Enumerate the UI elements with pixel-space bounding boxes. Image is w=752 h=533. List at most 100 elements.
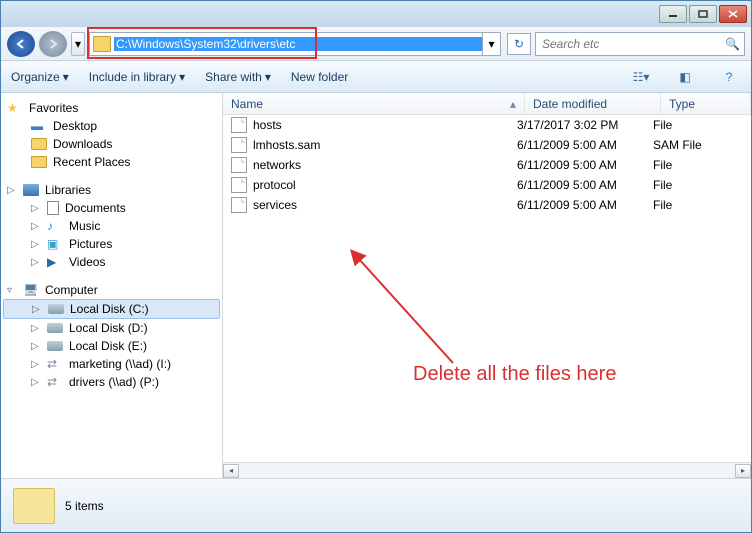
- folder-icon: [13, 488, 55, 524]
- column-type[interactable]: Type: [661, 93, 751, 114]
- file-row[interactable]: protocol6/11/2009 5:00 AMFile: [223, 175, 751, 195]
- refresh-icon: ↻: [514, 37, 524, 51]
- column-date[interactable]: Date modified: [525, 93, 661, 114]
- favorites-group[interactable]: ★Favorites: [3, 99, 220, 117]
- tree-drive-e[interactable]: ▷Local Disk (E:): [3, 337, 220, 355]
- network-drive-icon: ⇄: [47, 357, 63, 371]
- music-icon: ♪: [47, 219, 63, 233]
- search-box[interactable]: 🔍: [535, 32, 745, 56]
- file-icon: [231, 117, 247, 133]
- libraries-group[interactable]: ▷Libraries: [3, 181, 220, 199]
- chevron-down-icon: ▾: [265, 70, 271, 84]
- column-name[interactable]: Name▴: [223, 93, 525, 114]
- file-icon: [231, 177, 247, 193]
- file-row[interactable]: services6/11/2009 5:00 AMFile: [223, 195, 751, 215]
- chevron-down-icon: ▾: [75, 37, 81, 51]
- folder-icon: [31, 156, 47, 168]
- tree-drive-d[interactable]: ▷Local Disk (D:): [3, 319, 220, 337]
- expand-icon: ▷: [32, 304, 42, 315]
- expand-icon: ▷: [31, 203, 41, 214]
- expand-icon: ▷: [31, 239, 41, 250]
- expand-icon: ▷: [31, 221, 41, 232]
- tree-music[interactable]: ▷♪Music: [3, 217, 220, 235]
- include-library-menu[interactable]: Include in library ▾: [89, 70, 185, 84]
- computer-icon: 🖥: [23, 283, 39, 297]
- new-folder-button[interactable]: New folder: [291, 70, 348, 84]
- document-icon: [47, 201, 59, 215]
- scroll-right-button[interactable]: ▸: [735, 464, 751, 478]
- file-list[interactable]: hosts3/17/2017 3:02 PMFile lmhosts.sam6/…: [223, 115, 751, 462]
- drive-icon: [47, 323, 63, 333]
- close-button[interactable]: [719, 5, 747, 23]
- history-dropdown[interactable]: ▾: [71, 32, 85, 56]
- status-bar: 5 items: [1, 478, 751, 532]
- file-row[interactable]: lmhosts.sam6/11/2009 5:00 AMSAM File: [223, 135, 751, 155]
- address-dropdown[interactable]: ▾: [482, 33, 500, 55]
- content-area: ★Favorites ▬Desktop Downloads Recent Pla…: [1, 93, 751, 478]
- preview-icon: ◧: [679, 70, 690, 84]
- scroll-left-button[interactable]: ◂: [223, 464, 239, 478]
- picture-icon: ▣: [47, 237, 63, 251]
- library-icon: [23, 184, 39, 196]
- computer-group[interactable]: ▿🖥Computer: [3, 281, 220, 299]
- maximize-button[interactable]: [689, 5, 717, 23]
- column-headers: Name▴ Date modified Type: [223, 93, 751, 115]
- file-icon: [231, 197, 247, 213]
- collapse-icon: ▿: [7, 285, 17, 296]
- tree-documents[interactable]: ▷Documents: [3, 199, 220, 217]
- organize-menu[interactable]: Organize ▾: [11, 70, 69, 84]
- title-bar: [1, 1, 751, 27]
- file-row[interactable]: hosts3/17/2017 3:02 PMFile: [223, 115, 751, 135]
- file-row[interactable]: networks6/11/2009 5:00 AMFile: [223, 155, 751, 175]
- search-input[interactable]: [540, 36, 725, 52]
- minimize-button[interactable]: [659, 5, 687, 23]
- file-icon: [231, 157, 247, 173]
- expand-icon: ▷: [31, 323, 41, 334]
- view-menu[interactable]: ☷ ▾: [629, 66, 653, 88]
- tree-pictures[interactable]: ▷▣Pictures: [3, 235, 220, 253]
- tree-recent[interactable]: Recent Places: [3, 153, 220, 171]
- video-icon: ▶: [47, 255, 63, 269]
- refresh-button[interactable]: ↻: [507, 33, 531, 55]
- share-menu[interactable]: Share with ▾: [205, 70, 271, 84]
- navigation-tree[interactable]: ★Favorites ▬Desktop Downloads Recent Pla…: [1, 93, 223, 478]
- horizontal-scrollbar[interactable]: ◂ ▸: [223, 462, 751, 478]
- preview-pane-button[interactable]: ◧: [673, 66, 697, 88]
- expand-icon: ▷: [31, 341, 41, 352]
- view-icon: ☷: [633, 70, 644, 84]
- desktop-icon: ▬: [31, 119, 47, 133]
- item-count: 5 items: [65, 499, 104, 513]
- file-list-pane: Name▴ Date modified Type hosts3/17/2017 …: [223, 93, 751, 478]
- folder-icon: [93, 36, 111, 52]
- command-bar: Organize ▾ Include in library ▾ Share wi…: [1, 61, 751, 93]
- expand-icon: ▷: [7, 185, 17, 196]
- explorer-window: ▾ ▾ ↻ 🔍 Organize ▾ Include in library ▾ …: [0, 0, 752, 533]
- sort-asc-icon: ▴: [510, 97, 516, 111]
- navigation-bar: ▾ ▾ ↻ 🔍: [1, 27, 751, 61]
- tree-drive-i[interactable]: ▷⇄marketing (\\ad) (I:): [3, 355, 220, 373]
- chevron-down-icon: ▾: [63, 70, 69, 84]
- tree-drive-p[interactable]: ▷⇄drivers (\\ad) (P:): [3, 373, 220, 391]
- expand-icon: ▷: [31, 257, 41, 268]
- back-button[interactable]: [7, 31, 35, 57]
- star-icon: ★: [7, 101, 23, 115]
- drive-icon: [47, 341, 63, 351]
- file-icon: [231, 137, 247, 153]
- folder-icon: [31, 138, 47, 150]
- chevron-down-icon: ▾: [488, 37, 494, 51]
- tree-videos[interactable]: ▷▶Videos: [3, 253, 220, 271]
- tree-desktop[interactable]: ▬Desktop: [3, 117, 220, 135]
- forward-button[interactable]: [39, 31, 67, 57]
- expand-icon: ▷: [31, 377, 41, 388]
- tree-drive-c[interactable]: ▷Local Disk (C:): [3, 299, 220, 319]
- tree-downloads[interactable]: Downloads: [3, 135, 220, 153]
- network-drive-icon: ⇄: [47, 375, 63, 389]
- drive-icon: [48, 304, 64, 314]
- chevron-down-icon: ▾: [179, 70, 185, 84]
- search-icon: 🔍: [725, 37, 740, 51]
- expand-icon: ▷: [31, 359, 41, 370]
- help-button[interactable]: ?: [717, 66, 741, 88]
- address-input[interactable]: [114, 37, 482, 51]
- help-icon: ?: [726, 70, 733, 84]
- address-bar[interactable]: ▾: [89, 32, 501, 56]
